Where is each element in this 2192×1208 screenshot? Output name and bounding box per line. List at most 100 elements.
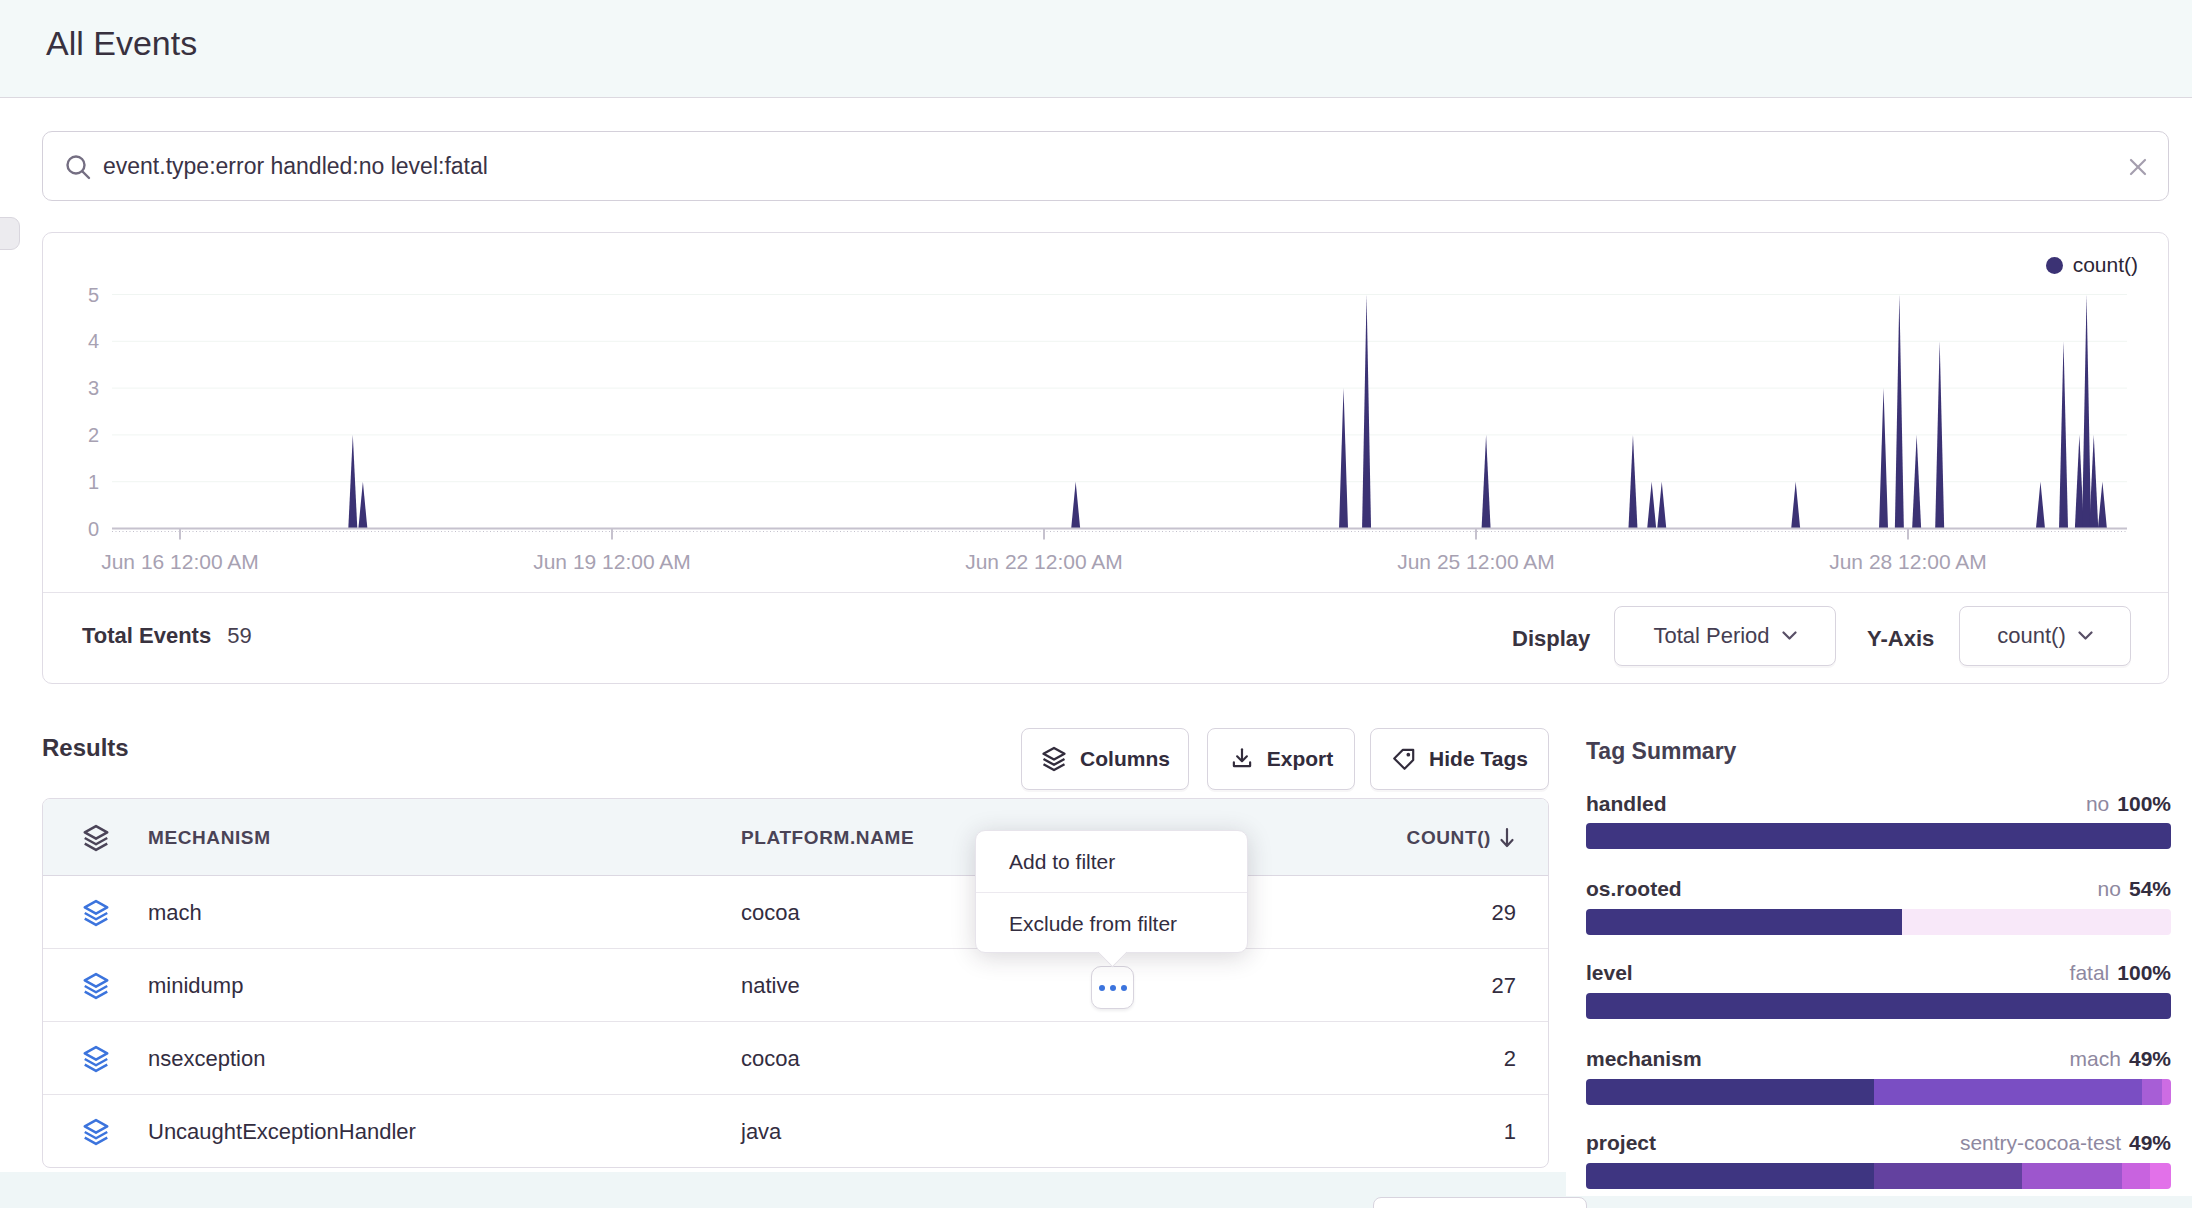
tag-bar-segment[interactable]: [1874, 1163, 2023, 1189]
events-chart: 012345Jun 16 12:00 AMJun 19 12:00 AMJun …: [43, 233, 2168, 591]
tag-top-value: no: [2098, 877, 2121, 900]
table-row[interactable]: minidump native 27: [43, 949, 1548, 1022]
sort-desc-icon: [1499, 827, 1515, 849]
cell-count: 27: [1492, 949, 1516, 1022]
tag-name: project: [1586, 1131, 1656, 1155]
display-dropdown-value: Total Period: [1653, 623, 1769, 649]
tag-bar-handled[interactable]: [1586, 823, 2171, 849]
column-header-mechanism[interactable]: MECHANISM: [148, 799, 271, 876]
pagination-button[interactable]: [1373, 1197, 1587, 1208]
tag-top-value: fatal: [2070, 961, 2110, 984]
table-header: MECHANISM PLATFORM.NAME COUNT(): [43, 799, 1548, 876]
stack-icon[interactable]: [81, 823, 111, 853]
svg-text:4: 4: [88, 330, 99, 352]
tag-row-os-rooted: os.rooted no 54%: [1586, 875, 2171, 902]
tag-bar-mechanism[interactable]: [1586, 1079, 2171, 1105]
chevron-down-icon: [2078, 631, 2093, 641]
stack-icon[interactable]: [81, 1044, 111, 1074]
hide-tags-button-label: Hide Tags: [1429, 747, 1528, 771]
page-header-band: All Events: [0, 0, 2192, 98]
clear-search-icon[interactable]: [2123, 152, 2153, 182]
total-events: Total Events 59: [82, 623, 252, 649]
display-dropdown[interactable]: Total Period: [1614, 606, 1836, 666]
columns-button[interactable]: Columns: [1021, 728, 1189, 790]
tag-top-value: no: [2086, 792, 2109, 815]
svg-text:Jun 22 12:00 AM: Jun 22 12:00 AM: [965, 550, 1123, 573]
tag-bar-segment[interactable]: [1586, 1079, 1874, 1105]
search-input[interactable]: event.type:error handled:no level:fatal: [103, 153, 488, 180]
svg-text:Jun 25 12:00 AM: Jun 25 12:00 AM: [1397, 550, 1555, 573]
tag-bar-segment[interactable]: [1586, 909, 1902, 935]
svg-text:3: 3: [88, 377, 99, 399]
tag-top-percent: 49%: [2129, 1131, 2171, 1154]
cell-count: 1: [1504, 1095, 1516, 1168]
chevron-down-icon: [1782, 631, 1797, 641]
cell-actions-button[interactable]: [1091, 966, 1134, 1009]
cell-action-menu: Add to filter Exclude from filter: [975, 830, 1248, 953]
cell-count: 2: [1504, 1022, 1516, 1095]
ellipsis-icon: [1110, 985, 1116, 991]
tag-bar-segment[interactable]: [1902, 909, 2171, 935]
svg-text:Jun 16 12:00 AM: Jun 16 12:00 AM: [101, 550, 259, 573]
total-events-value: 59: [227, 623, 251, 649]
table-row[interactable]: mach cocoa 29: [43, 876, 1548, 949]
svg-text:0: 0: [88, 518, 99, 540]
svg-text:Jun 28 12:00 AM: Jun 28 12:00 AM: [1829, 550, 1987, 573]
display-label: Display: [1512, 626, 1590, 652]
ellipsis-icon: [1099, 985, 1105, 991]
cell-platform: java: [741, 1095, 781, 1168]
tag-bar-segment[interactable]: [2142, 1079, 2162, 1105]
hide-tags-button[interactable]: Hide Tags: [1370, 728, 1549, 790]
tag-bar-segment[interactable]: [1586, 823, 2171, 849]
tag-name: os.rooted: [1586, 877, 1682, 901]
stack-icon[interactable]: [81, 971, 111, 1001]
tag-bar-segment[interactable]: [2162, 1079, 2171, 1105]
tag-top-percent: 100%: [2117, 961, 2171, 984]
yaxis-label: Y-Axis: [1867, 626, 1934, 652]
tag-bar-segment[interactable]: [2150, 1163, 2171, 1189]
cell-mechanism: UncaughtExceptionHandler: [148, 1095, 416, 1168]
tag-bar-level[interactable]: [1586, 993, 2171, 1019]
stack-icon[interactable]: [81, 898, 111, 928]
cell-mechanism: nsexception: [148, 1022, 265, 1095]
tag-top-percent: 54%: [2129, 877, 2171, 900]
cell-mechanism: minidump: [148, 949, 243, 1022]
tag-top-value: mach: [2070, 1047, 2121, 1070]
tag-bar-segment[interactable]: [1874, 1079, 2142, 1105]
discover-all-events-page: All Events event.type:error handled:no l…: [0, 0, 2192, 1208]
tag-bar-segment[interactable]: [2122, 1163, 2150, 1189]
column-header-count[interactable]: COUNT(): [1407, 799, 1515, 876]
svg-text:Jun 19 12:00 AM: Jun 19 12:00 AM: [533, 550, 691, 573]
svg-text:2: 2: [88, 424, 99, 446]
tag-bar-segment[interactable]: [1586, 1163, 1874, 1189]
columns-button-label: Columns: [1080, 747, 1170, 771]
tag-bar-os-rooted[interactable]: [1586, 909, 2171, 935]
total-events-label: Total Events: [82, 623, 211, 649]
cell-platform: cocoa: [741, 1022, 800, 1095]
tag-row-project: project sentry-cocoa-test 49%: [1586, 1129, 2171, 1156]
svg-text:1: 1: [88, 471, 99, 493]
tag-row-level: level fatal100%: [1586, 959, 2171, 986]
results-heading: Results: [42, 734, 129, 762]
menu-item-add-to-filter[interactable]: Add to filter: [976, 831, 1247, 892]
stack-icon[interactable]: [81, 1117, 111, 1147]
tag-top-value: sentry-cocoa-test: [1960, 1131, 2121, 1154]
tag-top-percent: 49%: [2129, 1047, 2171, 1070]
export-button[interactable]: Export: [1207, 728, 1355, 790]
tag-bar-project[interactable]: [1586, 1163, 2171, 1189]
table-row[interactable]: nsexception cocoa 2: [43, 1022, 1548, 1095]
tag-bar-segment[interactable]: [2022, 1163, 2121, 1189]
table-row[interactable]: UncaughtExceptionHandler java 1: [43, 1095, 1548, 1168]
search-bar[interactable]: event.type:error handled:no level:fatal: [42, 131, 2169, 201]
tag-bar-segment[interactable]: [1586, 993, 2171, 1019]
cell-platform: cocoa: [741, 876, 800, 949]
tag-row-mechanism: mechanism mach49%: [1586, 1045, 2171, 1072]
cell-count: 29: [1492, 876, 1516, 949]
yaxis-dropdown[interactable]: count(): [1959, 606, 2131, 666]
tag-row-handled: handled no100%: [1586, 790, 2171, 817]
column-header-platform-name[interactable]: PLATFORM.NAME: [741, 799, 914, 876]
drawer-handle[interactable]: [0, 217, 20, 250]
tag-top-percent: 100%: [2117, 792, 2171, 815]
tag-summary-panel: Tag Summary handled no100% os.rooted no5…: [1586, 700, 2171, 1208]
stack-icon: [1040, 745, 1068, 773]
